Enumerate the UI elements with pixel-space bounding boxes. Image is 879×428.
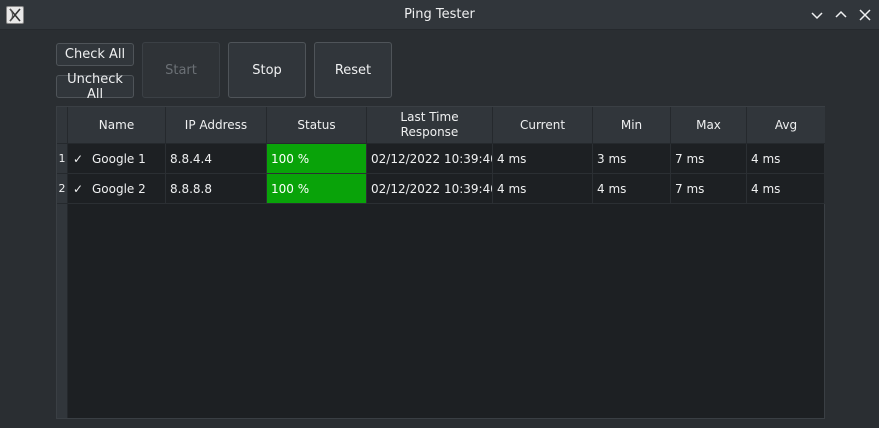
start-button[interactable]: Start [142, 42, 220, 98]
column-header-avg[interactable]: Avg [747, 107, 825, 144]
chevron-down-icon [811, 12, 823, 20]
table-cell-min[interactable]: 3 ms [593, 144, 671, 174]
table-cell-max[interactable]: 7 ms [671, 174, 747, 204]
table-cell-max[interactable]: 7 ms [671, 144, 747, 174]
table-cell-avg[interactable]: 4 ms [747, 174, 825, 204]
ping-table[interactable]: Name IP Address Status Last Time Respons… [56, 106, 825, 419]
row-header-2[interactable]: 2 [57, 174, 68, 204]
column-header-max[interactable]: Max [671, 107, 747, 144]
maximize-button[interactable] [831, 5, 851, 25]
title-bar[interactable]: Ping Tester [0, 0, 879, 30]
table-cell-ip[interactable]: 8.8.8.8 [166, 174, 267, 204]
column-header-min[interactable]: Min [593, 107, 671, 144]
row-name: Google 2 [92, 181, 146, 196]
window-title: Ping Tester [404, 7, 475, 22]
close-icon [859, 9, 871, 21]
status-cell[interactable]: 100 % [267, 144, 367, 174]
table-cell-name[interactable]: ✓ Google 1 [68, 144, 166, 174]
row-header-1[interactable]: 1 [57, 144, 68, 174]
table-cell-avg[interactable]: 4 ms [747, 144, 825, 174]
uncheck-all-button[interactable]: Uncheck All [56, 72, 134, 102]
check-all-button[interactable]: Check All [56, 43, 134, 66]
table-cell-current[interactable]: 4 ms [493, 144, 593, 174]
table-cell-last-response[interactable]: 02/12/2022 10:39:40 [367, 144, 493, 174]
ping-tester-window: Ping Tester Check All Uncheck All Start … [0, 0, 879, 428]
column-header-current[interactable]: Current [493, 107, 593, 144]
row-header-filler [57, 204, 68, 418]
chevron-up-icon [835, 10, 847, 18]
column-header-ip[interactable]: IP Address [166, 107, 267, 144]
row-name: Google 1 [92, 151, 146, 166]
status-cell[interactable]: 100 % [267, 174, 367, 204]
column-header-status[interactable]: Status [267, 107, 367, 144]
column-header-name[interactable]: Name [68, 107, 166, 144]
reset-button[interactable]: Reset [314, 42, 392, 98]
close-button[interactable] [855, 5, 875, 25]
check-icon[interactable]: ✓ [73, 152, 85, 166]
column-header-last-response[interactable]: Last Time Response [367, 107, 493, 144]
table-cell-current[interactable]: 4 ms [493, 174, 593, 204]
corner-header[interactable] [57, 107, 68, 144]
table-cell-name[interactable]: ✓ Google 2 [68, 174, 166, 204]
check-icon[interactable]: ✓ [73, 182, 85, 196]
stop-button[interactable]: Stop [228, 42, 306, 98]
table-cell-last-response[interactable]: 02/12/2022 10:39:40 [367, 174, 493, 204]
table-cell-ip[interactable]: 8.8.4.4 [166, 144, 267, 174]
minimize-button[interactable] [807, 5, 827, 25]
table-cell-min[interactable]: 4 ms [593, 174, 671, 204]
